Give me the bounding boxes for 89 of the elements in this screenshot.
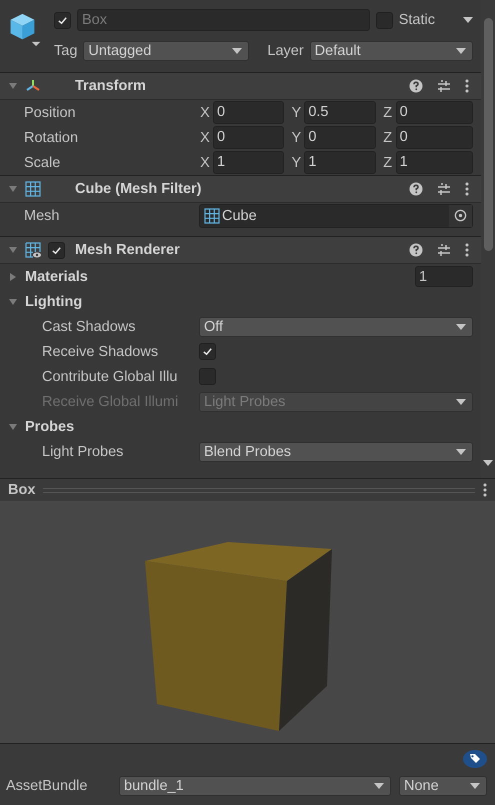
number-field[interactable]: 1 (396, 151, 473, 174)
property-label: Light Probes (42, 444, 124, 460)
number-field[interactable]: 0 (213, 126, 284, 149)
caret-icon (456, 48, 466, 54)
object-name: Cube (222, 208, 258, 224)
scroll-down-icon[interactable] (483, 460, 493, 466)
more-options-icon[interactable] (483, 483, 487, 497)
checkmark-icon (57, 14, 68, 26)
scrollbar-thumb[interactable] (484, 18, 493, 251)
dropdown[interactable]: Blend Probes (199, 442, 473, 462)
help-icon[interactable] (409, 243, 423, 257)
number-field[interactable]: 0 (213, 101, 284, 124)
section-label[interactable]: Lighting (25, 294, 473, 310)
property-label: Scale (24, 154, 62, 170)
number-field[interactable]: 1 (304, 151, 376, 174)
tag-dropdown[interactable]: Untagged (83, 41, 250, 61)
checkbox[interactable] (199, 343, 216, 360)
caret-icon (456, 398, 466, 404)
checkmark-icon (51, 244, 62, 256)
layer-label: Layer (267, 43, 304, 59)
caret-icon (456, 448, 466, 454)
number-field[interactable]: 1 (213, 151, 284, 174)
property-label: Cast Shadows (42, 318, 136, 334)
section-label[interactable]: Materials (25, 268, 408, 284)
more-options-icon[interactable] (465, 243, 469, 257)
grid-icon (204, 208, 220, 224)
sliders-icon[interactable] (437, 182, 451, 196)
caret-icon[interactable] (463, 17, 473, 23)
axis-label[interactable]: Y (290, 130, 304, 146)
sliders-icon[interactable] (437, 79, 451, 93)
axis-label[interactable]: Y (290, 104, 304, 120)
property-label: Contribute Global Illu (42, 368, 178, 384)
preview-title: Box (8, 482, 36, 498)
variant-dropdown[interactable]: None (399, 776, 487, 796)
axis-label[interactable]: Y (290, 154, 304, 170)
checkbox[interactable] (48, 242, 65, 258)
caret-icon (232, 48, 242, 54)
caret-icon (470, 783, 480, 789)
number-field[interactable]: 0 (396, 126, 473, 149)
number-field[interactable]: 0 (396, 101, 473, 124)
help-icon[interactable] (409, 79, 423, 93)
expanded-arrow-icon[interactable] (8, 296, 18, 306)
count-field[interactable]: 1 (415, 266, 473, 287)
property-label: Rotation (24, 130, 80, 146)
bundle-dropdown[interactable]: bundle_1 (119, 776, 391, 796)
property-label: Receive Shadows (42, 344, 160, 360)
axis-label[interactable]: Z (382, 130, 396, 146)
component-header[interactable]: Mesh Renderer (0, 236, 481, 264)
sliders-icon[interactable] (437, 243, 451, 257)
collapsed-arrow-icon[interactable] (8, 272, 18, 282)
more-options-icon[interactable] (465, 79, 469, 93)
property-label: Mesh (24, 208, 60, 224)
expanded-arrow-icon[interactable] (8, 81, 18, 91)
expanded-arrow-icon[interactable] (8, 245, 18, 255)
component-title: Cube (Mesh Filter) (75, 181, 202, 197)
grid-icon (25, 181, 41, 197)
help-icon[interactable] (409, 182, 423, 196)
layer-dropdown[interactable]: Default (310, 41, 473, 61)
component-header[interactable]: Cube (Mesh Filter) (0, 175, 481, 203)
mesh-eye-icon (25, 242, 41, 258)
caret-icon (456, 324, 466, 330)
component-title: Mesh Renderer (75, 242, 181, 258)
checkbox[interactable] (376, 12, 393, 28)
axis-label[interactable]: X (199, 130, 213, 146)
expanded-arrow-icon[interactable] (8, 422, 18, 432)
checkmark-icon (202, 346, 213, 357)
checkbox[interactable] (54, 12, 71, 28)
axis-label[interactable]: X (199, 154, 213, 170)
checkbox[interactable] (199, 368, 216, 385)
assetbundle-label: AssetBundle (6, 778, 88, 794)
tag-icon[interactable] (463, 750, 487, 768)
caret-icon (374, 783, 384, 789)
dropdown[interactable]: Off (199, 316, 473, 336)
axis-label[interactable]: Z (382, 104, 396, 120)
cube-icon[interactable] (8, 11, 42, 49)
axis-label[interactable]: X (199, 104, 213, 120)
number-field[interactable]: 0.5 (304, 101, 376, 124)
expanded-arrow-icon[interactable] (8, 184, 18, 194)
object-picker-icon[interactable] (454, 209, 467, 222)
component-header[interactable]: Transform (0, 72, 481, 100)
axis-label[interactable]: Z (382, 154, 396, 170)
static-label: Static (398, 12, 435, 28)
object-field[interactable]: Cube (199, 204, 473, 228)
number-field[interactable]: 0 (304, 126, 376, 149)
property-label: Position (24, 104, 77, 120)
more-options-icon[interactable] (465, 182, 469, 196)
component-title: Transform (75, 78, 147, 94)
tag-label: Tag (54, 43, 78, 59)
section-label[interactable]: Probes (25, 418, 473, 434)
